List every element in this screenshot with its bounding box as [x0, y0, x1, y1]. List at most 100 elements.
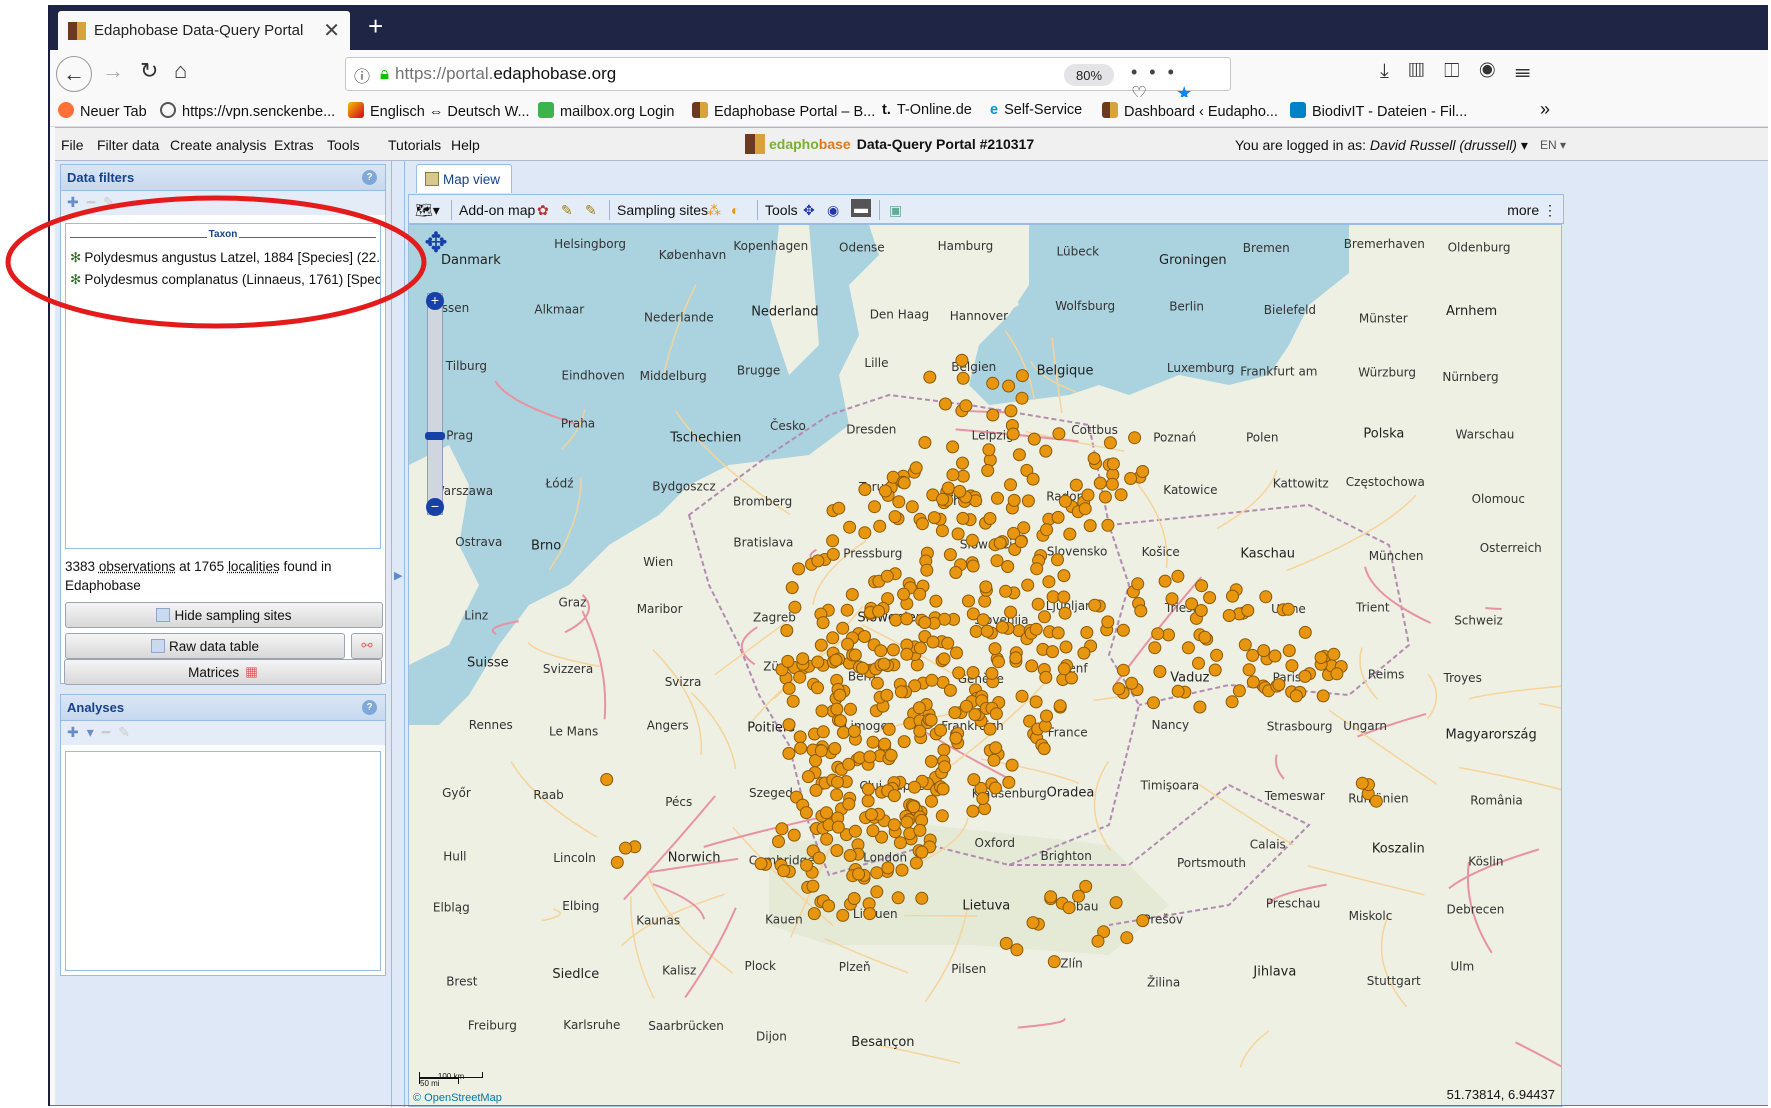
sampling-site-point[interactable]: [1195, 579, 1209, 593]
sampling-site-point[interactable]: [927, 511, 941, 525]
sampling-site-point[interactable]: [836, 621, 850, 635]
sampling-site-point[interactable]: [829, 653, 843, 667]
sampling-site-point[interactable]: [897, 476, 911, 490]
sampling-site-point[interactable]: [1098, 490, 1112, 504]
sampling-site-point[interactable]: [1059, 640, 1073, 654]
sampling-site-point[interactable]: [1029, 622, 1043, 636]
sampling-site-point[interactable]: [915, 845, 929, 859]
sampling-site-point[interactable]: [1051, 553, 1064, 567]
zoom-out-icon[interactable]: −: [426, 498, 444, 516]
sampling-site-point[interactable]: [937, 652, 951, 666]
sampling-site-point[interactable]: [830, 788, 844, 802]
observations-link[interactable]: observations: [99, 559, 176, 574]
sampling-site-point[interactable]: [1042, 575, 1056, 589]
sampling-site-point[interactable]: [949, 566, 963, 579]
sampling-site-point[interactable]: [959, 399, 973, 413]
sampling-site-point[interactable]: [1103, 436, 1117, 450]
sampling-site-point[interactable]: [1203, 591, 1217, 605]
zoom-handle[interactable]: [425, 432, 445, 440]
library-icon[interactable]: ▥: [1409, 60, 1444, 82]
sampling-site-point[interactable]: [858, 483, 872, 496]
sampling-site-point[interactable]: [983, 512, 997, 525]
sampling-site-point[interactable]: [1314, 651, 1328, 664]
sampling-site-point[interactable]: [777, 864, 791, 878]
sampling-site-point[interactable]: [1272, 678, 1286, 692]
sampling-site-point[interactable]: [1015, 391, 1029, 405]
sampling-site-point[interactable]: [1153, 665, 1167, 678]
sampling-site-point[interactable]: [836, 908, 850, 922]
sampling-site-point[interactable]: [1246, 675, 1260, 689]
sampling-site-point[interactable]: [951, 527, 965, 541]
sampling-site-point[interactable]: [1012, 448, 1026, 462]
sampling-site-point[interactable]: [934, 723, 948, 737]
sampling-site-point[interactable]: [923, 370, 937, 384]
sampling-site-point[interactable]: [897, 735, 911, 749]
sampling-site-point[interactable]: [988, 642, 1002, 656]
sampling-site-point[interactable]: [959, 699, 973, 713]
sampling-site-point[interactable]: [1193, 700, 1207, 714]
sampling-site-point[interactable]: [966, 666, 980, 679]
bookmark-item[interactable]: e Self-Service: [990, 102, 1082, 118]
print-map-icon[interactable]: ▣: [889, 202, 902, 219]
sampling-site-point[interactable]: [887, 818, 901, 832]
sampling-site-point[interactable]: [991, 491, 1004, 505]
sampling-site-point[interactable]: [877, 657, 891, 671]
bookmarks-overflow-icon[interactable]: »: [1540, 99, 1550, 120]
sampling-site-point[interactable]: [989, 781, 1002, 795]
sampling-site-point[interactable]: [794, 741, 808, 755]
sampling-site-point[interactable]: [1165, 592, 1179, 606]
sampling-site-point[interactable]: [966, 559, 980, 573]
sampling-site-point[interactable]: [1109, 896, 1123, 910]
sampling-site-point[interactable]: [966, 804, 980, 818]
sampling-site-point[interactable]: [814, 638, 828, 652]
sampling-site-point[interactable]: [909, 856, 923, 870]
sampling-site-point[interactable]: [1289, 689, 1303, 703]
site-info-icon[interactable]: ⓘ: [354, 63, 370, 87]
bookmark-item[interactable]: mailbox.org Login: [538, 102, 674, 120]
sampling-site-point[interactable]: [908, 780, 921, 794]
sampling-site-point[interactable]: [1057, 569, 1071, 583]
sampling-site-point[interactable]: [852, 867, 866, 881]
menu-icon[interactable]: ☰: [1515, 60, 1550, 82]
sampling-site-point[interactable]: [1038, 610, 1051, 624]
sampling-site-point[interactable]: [1101, 615, 1115, 629]
sampling-site-point[interactable]: [1282, 644, 1296, 658]
sampling-site-point[interactable]: [924, 754, 938, 768]
sampling-site-point[interactable]: [782, 718, 796, 732]
sampling-site-point[interactable]: [830, 844, 844, 857]
sampling-site-point[interactable]: [792, 562, 806, 576]
sampling-site-point[interactable]: [878, 484, 892, 498]
sampling-site-point[interactable]: [943, 548, 957, 562]
sampling-site-point[interactable]: [754, 857, 768, 871]
sampling-site-point[interactable]: [924, 713, 938, 727]
zoom-in-icon[interactable]: +: [426, 292, 444, 310]
sampling-site-point[interactable]: [1087, 452, 1101, 465]
sampling-site-point[interactable]: [981, 464, 995, 477]
sampling-site-point[interactable]: [1052, 427, 1066, 441]
localities-link[interactable]: localities: [228, 559, 280, 574]
sampling-site-point[interactable]: [848, 648, 862, 662]
add-analysis-icon[interactable]: ✚▾: [67, 724, 102, 740]
sampling-site-point[interactable]: [820, 832, 834, 846]
sampling-site-point[interactable]: [1077, 646, 1091, 660]
sampling-site-point[interactable]: [842, 757, 856, 771]
sampling-site-point[interactable]: [816, 616, 830, 630]
sampling-site-point[interactable]: [1057, 662, 1071, 676]
sampling-site-point[interactable]: [843, 520, 857, 534]
sampling-site-point[interactable]: [1080, 626, 1094, 639]
sampling-site-point[interactable]: [811, 681, 824, 695]
bookmark-item[interactable]: https://vpn.senckenbe...: [160, 102, 335, 120]
sampling-site-point[interactable]: [1004, 404, 1018, 418]
sampling-site-point[interactable]: [1026, 916, 1040, 930]
sampling-site-point[interactable]: [915, 517, 929, 531]
sampling-site-point[interactable]: [1222, 609, 1236, 622]
sampling-site-point[interactable]: [799, 806, 813, 820]
sampling-site-point[interactable]: [990, 554, 1004, 568]
address-bar[interactable]: ⓘ 🔒︎ https://portal. edaphobase.org 80% •…: [345, 57, 1231, 103]
sampling-site-point[interactable]: [948, 706, 962, 720]
pan-tool-icon[interactable]: ✥: [803, 202, 815, 219]
edit-layer2-icon[interactable]: ✎: [585, 202, 597, 219]
sampling-site-point[interactable]: [1162, 628, 1175, 642]
sampling-site-point[interactable]: [965, 533, 979, 547]
sampling-site-point[interactable]: [880, 569, 894, 583]
